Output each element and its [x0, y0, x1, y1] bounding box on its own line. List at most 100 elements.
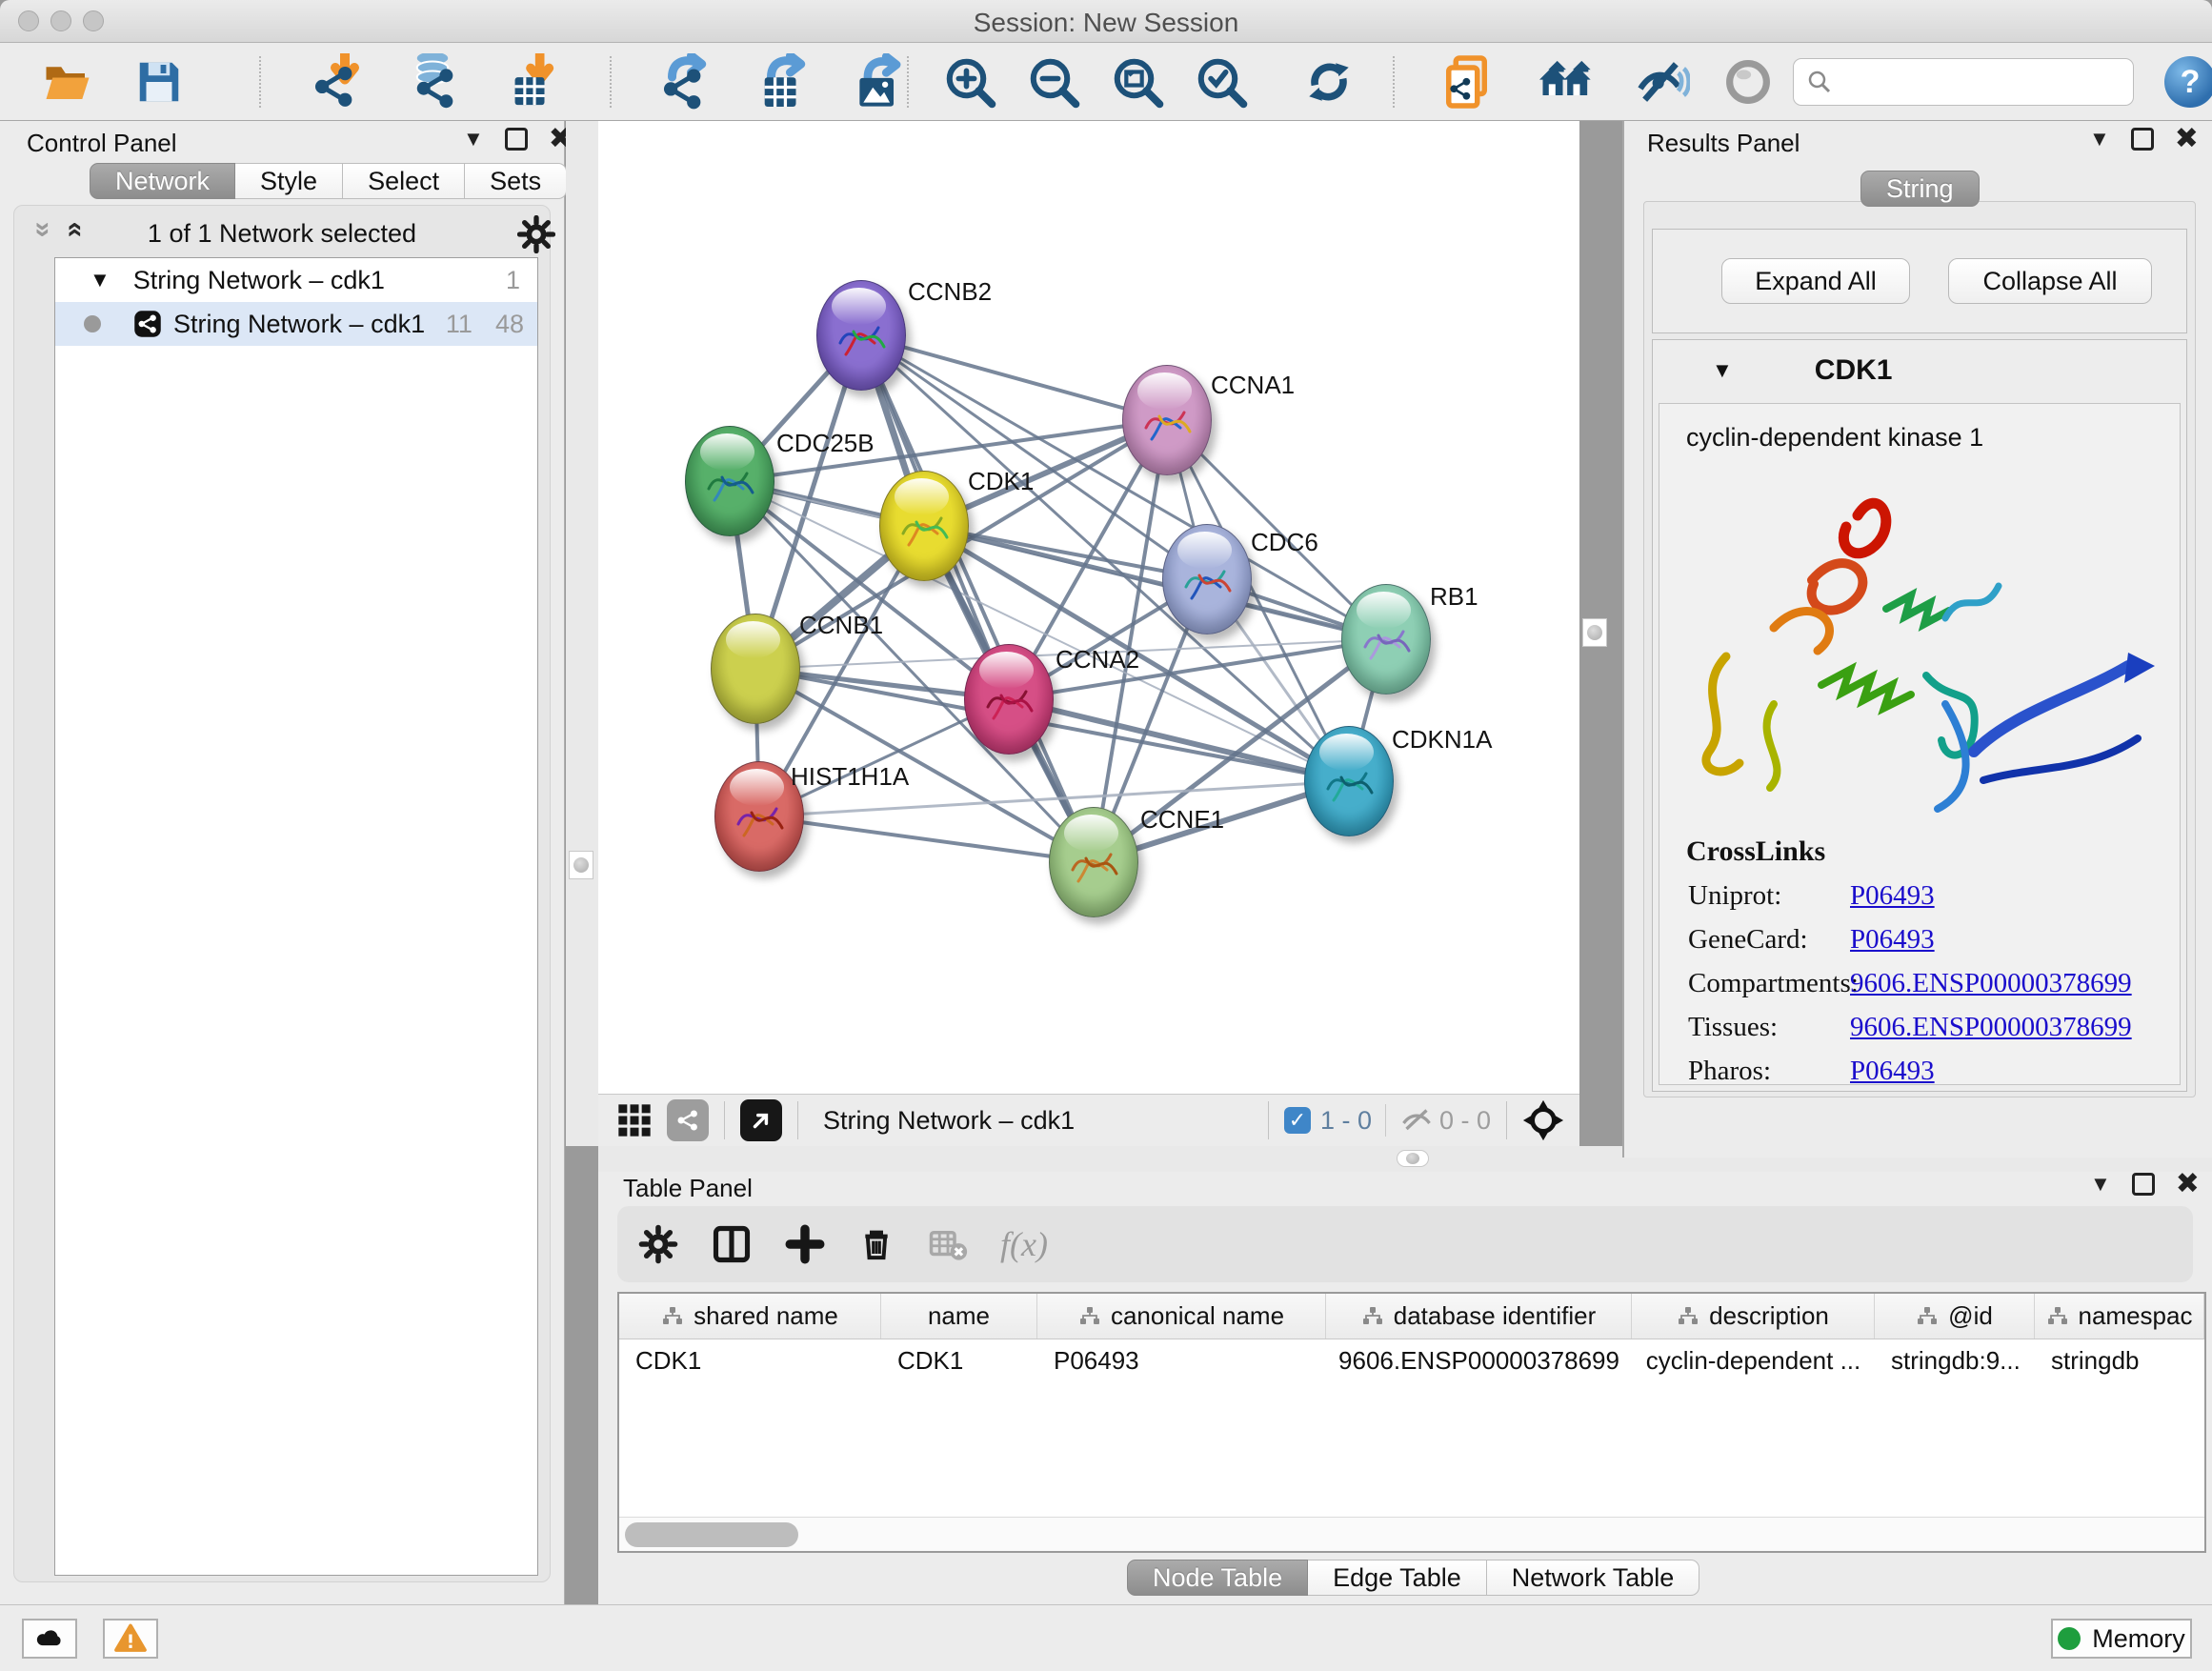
- cell-description[interactable]: cyclin-dependent ...: [1632, 1339, 1875, 1381]
- tab-style[interactable]: Style: [235, 163, 343, 199]
- delete-column-icon[interactable]: [857, 1225, 895, 1263]
- refresh-icon[interactable]: [1303, 50, 1355, 113]
- table-tab-bar: Node TableEdge TableNetwork Table: [1127, 1560, 1699, 1596]
- cell-canonical-name[interactable]: P06493: [1037, 1339, 1326, 1381]
- column-header-name[interactable]: name: [881, 1294, 1037, 1339]
- zoom-in-icon[interactable]: [943, 50, 996, 113]
- tab-edge-table[interactable]: Edge Table: [1308, 1560, 1487, 1596]
- control-panel-maximize-button[interactable]: [505, 128, 528, 151]
- section-expander-icon[interactable]: ▼: [1712, 358, 1733, 383]
- tab-network-table[interactable]: Network Table: [1487, 1560, 1700, 1596]
- hide-selection-icon[interactable]: [1631, 50, 1690, 113]
- protein-node-cdk1[interactable]: [879, 471, 969, 581]
- zoom-out-icon[interactable]: [1027, 50, 1080, 113]
- network-options-gear-icon[interactable]: [517, 215, 555, 253]
- cell-name[interactable]: CDK1: [881, 1339, 1037, 1381]
- tab-network[interactable]: Network: [90, 163, 235, 199]
- network-row-selected[interactable]: String Network – cdk1 11 48: [55, 302, 537, 346]
- detach-view-icon[interactable]: [740, 1099, 782, 1141]
- column-header-namespac[interactable]: namespac: [2035, 1294, 2204, 1339]
- zoom-selected-icon[interactable]: [1195, 50, 1248, 113]
- column-header-canonical-name[interactable]: canonical name: [1037, 1294, 1326, 1339]
- expand-all-button[interactable]: Expand All: [1721, 258, 1910, 304]
- column-header-description[interactable]: description: [1632, 1294, 1875, 1339]
- results-panel-float-button[interactable]: ▼: [2089, 127, 2110, 151]
- column-header-database-identifier[interactable]: database identifier: [1326, 1294, 1632, 1339]
- annotations-icon[interactable]: [1440, 50, 1498, 113]
- add-column-icon[interactable]: [785, 1224, 825, 1264]
- results-panel-close-button[interactable]: ✖: [2175, 128, 2199, 151]
- grid-view-icon[interactable]: [615, 1101, 654, 1139]
- zoom-fit-icon[interactable]: [1111, 50, 1164, 113]
- single-view-icon[interactable]: [667, 1099, 709, 1141]
- export-network-icon[interactable]: [655, 50, 713, 113]
- protein-node-cdc25b[interactable]: [685, 426, 774, 536]
- show-columns-icon[interactable]: [711, 1223, 753, 1265]
- first-neighbors-icon[interactable]: [1536, 50, 1597, 113]
- selected-items-checkbox[interactable]: ✓: [1284, 1107, 1311, 1134]
- warning-button[interactable]: [103, 1619, 158, 1659]
- scrollbar-thumb[interactable]: [625, 1522, 798, 1547]
- collection-count: 1: [506, 266, 520, 295]
- crosslink-link[interactable]: 9606.ENSP00000378699: [1850, 1012, 2132, 1043]
- tab-node-table[interactable]: Node Table: [1127, 1560, 1308, 1596]
- table-row[interactable]: CDK1CDK1P064939606.ENSP00000378699cyclin…: [619, 1339, 2204, 1381]
- table-header-row: shared namenamecanonical namedatabase id…: [619, 1294, 2204, 1339]
- gene-section-header[interactable]: ▼ CDK1: [1653, 340, 2186, 401]
- crosslink-label: GeneCard:: [1659, 924, 1850, 956]
- crosslink-link[interactable]: P06493: [1850, 924, 1935, 956]
- network-edge[interactable]: [759, 816, 1094, 862]
- protein-node-ccna1[interactable]: [1122, 365, 1212, 475]
- tree-expander-icon[interactable]: ▼: [90, 268, 111, 292]
- import-table-icon[interactable]: [503, 50, 558, 113]
- node-label-cdkn1a: CDKN1A: [1392, 725, 1492, 755]
- protein-node-rb1[interactable]: [1341, 584, 1431, 695]
- cell-shared-name[interactable]: CDK1: [619, 1339, 881, 1381]
- protein-node-ccne1[interactable]: [1049, 807, 1138, 917]
- protein-node-ccnb2[interactable]: [816, 280, 906, 391]
- tab-string[interactable]: String: [1860, 171, 1980, 207]
- column-header-shared-name[interactable]: shared name: [619, 1294, 881, 1339]
- protein-node-cdc6[interactable]: [1162, 524, 1252, 634]
- open-session-icon[interactable]: [38, 50, 97, 113]
- memory-button[interactable]: Memory: [2051, 1619, 2192, 1659]
- table-horizontal-scrollbar[interactable]: [619, 1517, 2204, 1551]
- table-panel-title: Table Panel: [623, 1174, 753, 1203]
- protein-node-cdkn1a[interactable]: [1304, 726, 1394, 836]
- table-options-gear-icon[interactable]: [638, 1224, 678, 1264]
- crosslink-link[interactable]: P06493: [1850, 1056, 1935, 1087]
- network-collection-row[interactable]: ▼ String Network – cdk1 1: [55, 258, 537, 302]
- results-panel-maximize-button[interactable]: [2131, 128, 2154, 151]
- crosslink-label: Compartments:: [1659, 968, 1850, 999]
- column-header--id[interactable]: @id: [1875, 1294, 2035, 1339]
- network-edge[interactable]: [1009, 699, 1349, 781]
- search-input[interactable]: [1793, 58, 2134, 106]
- collapse-all-button[interactable]: Collapse All: [1948, 258, 2152, 304]
- protein-node-ccnb1[interactable]: [711, 614, 800, 724]
- save-session-icon[interactable]: [133, 50, 185, 113]
- crosslink-link[interactable]: 9606.ENSP00000378699: [1850, 968, 2132, 999]
- export-image-icon[interactable]: [852, 50, 907, 113]
- protein-node-ccna2[interactable]: [964, 644, 1054, 755]
- left-splitter[interactable]: [566, 121, 598, 1146]
- cloud-button[interactable]: [22, 1619, 77, 1659]
- import-database-icon[interactable]: [404, 50, 461, 113]
- show-all-icon[interactable]: [1722, 50, 1774, 113]
- network-canvas[interactable]: CCNB2CCNA1CDC25BCDK1CDC6RB1CCNB1CCNA2CDK…: [598, 121, 1579, 1094]
- tab-select[interactable]: Select: [343, 163, 465, 199]
- cell--id[interactable]: stringdb:9...: [1875, 1339, 2035, 1381]
- birdseye-view-icon[interactable]: [1522, 1099, 1564, 1141]
- control-panel-float-button[interactable]: ▼: [463, 127, 484, 151]
- tab-sets[interactable]: Sets: [465, 163, 567, 199]
- cell-namespac[interactable]: stringdb: [2035, 1339, 2204, 1381]
- export-table-icon[interactable]: [754, 50, 812, 113]
- import-network-icon[interactable]: [307, 50, 364, 113]
- table-panel-maximize-button[interactable]: [2132, 1173, 2155, 1196]
- table-panel-close-button[interactable]: ✖: [2176, 1173, 2200, 1196]
- table-panel-float-button[interactable]: ▼: [2090, 1172, 2111, 1197]
- help-button[interactable]: ?: [2164, 56, 2212, 108]
- node-label-ccne1: CCNE1: [1140, 805, 1224, 835]
- crosslink-link[interactable]: P06493: [1850, 880, 1935, 912]
- control-panel: Control Panel ▼ ✖ NetworkStyleSelectSets…: [0, 121, 565, 1604]
- cell-database-identifier[interactable]: 9606.ENSP00000378699: [1326, 1339, 1632, 1381]
